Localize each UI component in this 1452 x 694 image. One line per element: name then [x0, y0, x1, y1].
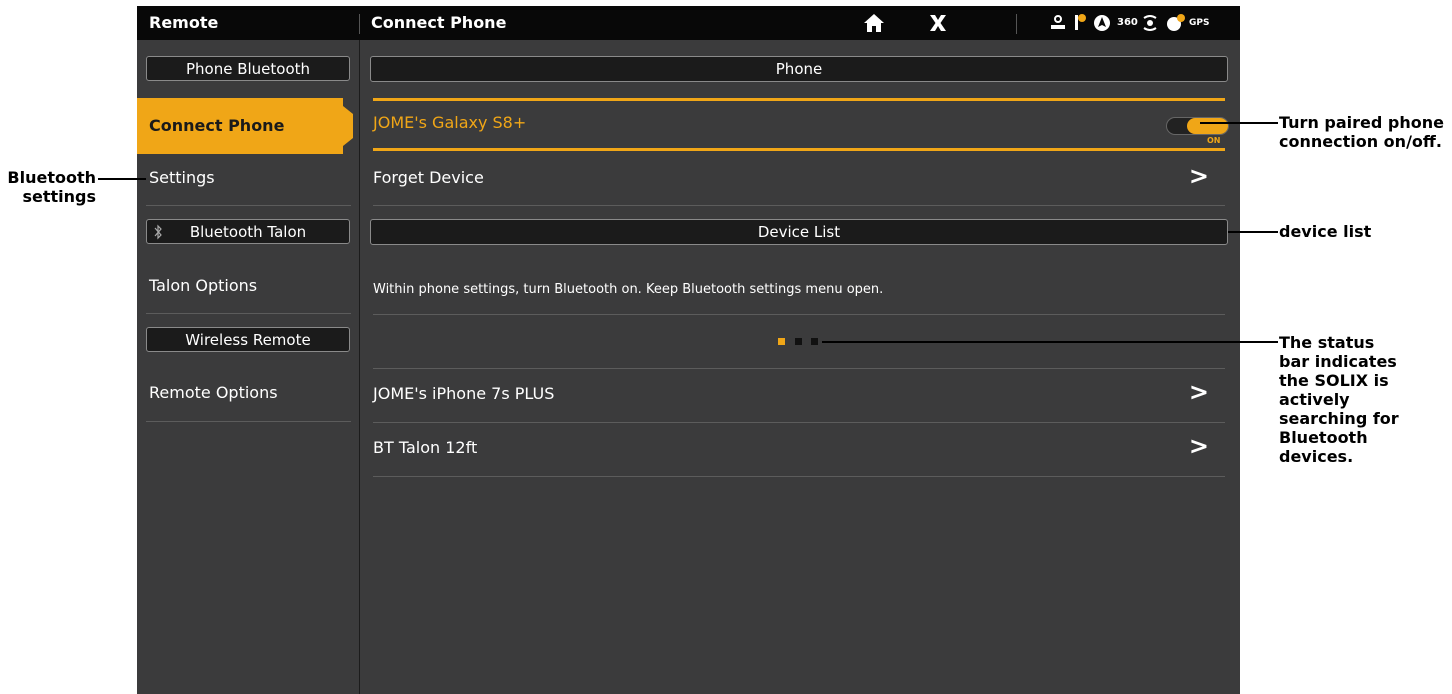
divider [146, 421, 351, 422]
top-bar: Remote Connect Phone 360 GPS [137, 6, 1240, 40]
sonar-360-status: 360 [1117, 17, 1138, 28]
gps-status: GPS [1189, 18, 1210, 28]
chevron-right-icon: > [1188, 378, 1209, 406]
close-icon[interactable] [928, 14, 948, 32]
annotation-leader-line [822, 341, 1278, 343]
toggle-state-label: ON [1207, 136, 1221, 145]
divider [373, 422, 1225, 423]
sidebar-divider [359, 40, 360, 694]
sidebar-item-settings[interactable]: Settings [137, 152, 351, 204]
section-header-bluetooth-talon: Bluetooth Talon [146, 219, 350, 244]
paired-device-name: JOME's Galaxy S8+ [373, 113, 527, 132]
sidebar-item-connect-phone[interactable]: Connect Phone [137, 98, 353, 154]
device-name: BT Talon 12ft [373, 438, 478, 457]
annotation-leader-line [98, 178, 146, 180]
topbar-divider-2 [1016, 14, 1017, 34]
device-screen: Remote Connect Phone 360 GPS Phone Bluet… [137, 6, 1240, 694]
home-icon[interactable] [863, 13, 885, 33]
compass-icon [1094, 15, 1110, 31]
divider [373, 314, 1225, 315]
sidebar-item-talon-options[interactable]: Talon Options [137, 260, 351, 312]
divider [373, 476, 1225, 477]
device-name: JOME's iPhone 7s PLUS [373, 384, 555, 403]
bluetooth-icon [154, 224, 162, 240]
instruction-text: Within phone settings, turn Bluetooth on… [373, 282, 884, 297]
annotation-leader-line [1200, 122, 1278, 124]
gps-satellite-icon [1167, 14, 1185, 31]
phone-connection-toggle[interactable] [1166, 117, 1229, 135]
annotation-device-list: device list [1279, 222, 1372, 241]
phone-header: Phone [370, 56, 1228, 82]
divider [373, 368, 1225, 369]
device-row[interactable]: BT Talon 12ft > [373, 432, 1225, 465]
selected-row-top-border [373, 98, 1225, 101]
toggle-knob [1187, 118, 1228, 134]
divider [146, 313, 351, 314]
paired-device-row[interactable]: JOME's Galaxy S8+ [373, 113, 1225, 133]
divider [373, 205, 1225, 206]
device-list-header: Device List [370, 219, 1228, 245]
forget-device-label: Forget Device [373, 168, 484, 187]
device-row[interactable]: JOME's iPhone 7s PLUS > [373, 378, 1225, 411]
autopilot-icon [1051, 15, 1065, 29]
section-header-label: Bluetooth Talon [189, 223, 307, 241]
chevron-right-icon: > [1188, 162, 1209, 190]
annotation-bluetooth-settings: Bluetooth settings [7, 168, 96, 206]
status-dot [811, 338, 818, 345]
annotation-status-bar: The status bar indicates the SOLIX is ac… [1279, 333, 1399, 466]
section-header-wireless-remote: Wireless Remote [146, 327, 350, 352]
topbar-divider [359, 14, 360, 34]
status-dot [795, 338, 802, 345]
annotation-toggle: Turn paired phone connection on/off. [1279, 113, 1444, 151]
anchor-status-icon [1075, 14, 1086, 30]
divider [146, 205, 351, 206]
chevron-right-icon: > [1188, 432, 1209, 460]
sonar-icon [1143, 15, 1157, 31]
sidebar-item-label: Connect Phone [149, 116, 285, 135]
forget-device-row[interactable]: Forget Device > [373, 162, 1225, 196]
selected-row-bottom-border [373, 148, 1225, 151]
section-header-phone-bluetooth: Phone Bluetooth [146, 56, 350, 81]
sidebar-item-remote-options[interactable]: Remote Options [137, 367, 351, 419]
topbar-left-title: Remote [149, 13, 219, 32]
status-dot-active [778, 338, 785, 345]
page-title: Connect Phone [371, 13, 507, 32]
annotation-leader-line [1228, 231, 1278, 233]
